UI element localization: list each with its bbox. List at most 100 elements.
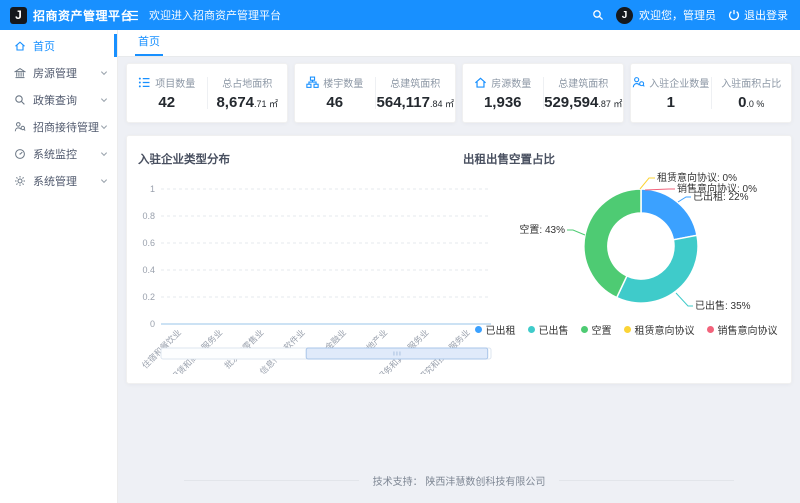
stat-secondary: 总建筑面积 564,117.84 ㎡ xyxy=(376,75,456,111)
legend-dot xyxy=(581,326,588,333)
charts-panel: 入驻企业类型分布 出租出售空置占比 00.20.40.60.81住宿和餐饮业租赁… xyxy=(126,135,792,384)
welcome-text: 欢迎进入招商资产管理平台 xyxy=(149,7,281,23)
legend-item-3[interactable]: 租赁意向协议 xyxy=(624,322,695,337)
chevron-down-icon xyxy=(100,150,108,158)
stat-card-0: 项目数量 42 总占地面积8,674.71 ㎡ xyxy=(126,63,288,123)
user-avatar[interactable]: J xyxy=(616,7,633,24)
svg-text:租赁意向协议: 0%: 租赁意向协议: 0% xyxy=(657,171,737,184)
stat-card-2: 房源数量1,936总建筑面积529,594.87 ㎡ xyxy=(462,63,624,123)
enterprise-icon xyxy=(632,76,645,89)
legend-dot xyxy=(624,326,631,333)
stat-label: 入驻企业数量 xyxy=(649,75,709,90)
stat-label: 总建筑面积 xyxy=(558,75,608,90)
legend-item-0[interactable]: 已出租 xyxy=(475,322,516,337)
enterprise-type-bar-chart[interactable]: 00.20.40.60.81住宿和餐饮业租赁和商务服务业批发和零售业信息传输软件… xyxy=(130,144,498,374)
chevron-down-icon xyxy=(100,96,108,104)
legend-item-4[interactable]: 销售意向协议 xyxy=(707,322,778,337)
sidebar-item-5[interactable]: 系统管理 xyxy=(0,167,117,194)
sidebar-item-3[interactable]: 招商接待管理 xyxy=(0,113,117,140)
main-area: 首页 项目数量 42 总占地面积8,674.71 ㎡ 楼宇数量 46 总建筑面积 564,1… xyxy=(118,30,800,503)
list-icon xyxy=(138,76,151,89)
stat-value: 1,936 xyxy=(484,94,522,111)
top-header: J 招商资产管理平台 欢迎进入招商资产管理平台 J 欢迎您，管理员 退出登录 xyxy=(0,0,800,30)
sidebar-item-label: 房源管理 xyxy=(33,65,77,81)
legend-label: 租赁意向协议 xyxy=(635,322,695,337)
stat-primary: 入驻企业数量 1 xyxy=(631,75,711,111)
stat-value: 564,117.84 ㎡ xyxy=(377,94,454,111)
stat-label: 楼宇数量 xyxy=(323,75,363,90)
stat-value: 0.0 % xyxy=(738,94,764,111)
collapse-menu-icon[interactable] xyxy=(126,9,139,22)
house-icon xyxy=(474,76,487,89)
svg-text:1: 1 xyxy=(150,184,155,194)
svg-text:0.8: 0.8 xyxy=(142,211,155,221)
legend-dot xyxy=(475,326,482,333)
legend-label: 已出售 xyxy=(539,322,569,337)
sidebar-item-label: 首页 xyxy=(33,38,55,54)
svg-text:0.2: 0.2 xyxy=(142,292,155,302)
svg-text:销售意向协议: 0%: 销售意向协议: 0% xyxy=(677,182,757,195)
svg-text:空置: 43%: 空置: 43% xyxy=(519,223,565,236)
legend-item-2[interactable]: 空置 xyxy=(581,322,612,337)
app-title: 招商资产管理平台 xyxy=(33,7,133,24)
gear-icon xyxy=(14,175,26,187)
stat-card-3: 入驻企业数量 1 入驻面积占比0.0 % xyxy=(630,63,792,123)
stat-cards-row: 项目数量 42 总占地面积8,674.71 ㎡ 楼宇数量 46 总建筑面积 564,117.… xyxy=(126,63,792,123)
svg-text:0.6: 0.6 xyxy=(142,238,155,248)
legend-item-1[interactable]: 已出售 xyxy=(528,322,569,337)
sidebar-item-4[interactable]: 系统监控 xyxy=(0,140,117,167)
sidebar-item-0[interactable]: 首页 xyxy=(0,32,117,59)
tab-home[interactable]: 首页 xyxy=(135,33,163,56)
sidebar-item-label: 招商接待管理 xyxy=(33,119,99,135)
user-greeting: 欢迎您，管理员 xyxy=(639,7,716,23)
header-search-icon[interactable] xyxy=(592,9,604,21)
stat-label: 房源数量 xyxy=(491,75,531,90)
stat-primary: 楼宇数量 46 xyxy=(295,75,375,111)
stat-secondary: 入驻面积占比0.0 % xyxy=(712,75,792,111)
legend-label: 空置 xyxy=(592,322,612,337)
sidebar-item-1[interactable]: 房源管理 xyxy=(0,59,117,86)
monitor-icon xyxy=(14,148,26,160)
power-icon xyxy=(728,9,740,21)
stat-secondary: 总占地面积8,674.71 ㎡ xyxy=(208,75,288,111)
home-icon xyxy=(14,40,26,52)
sidebar-item-label: 系统管理 xyxy=(33,173,77,189)
stat-primary: 项目数量 42 xyxy=(127,75,207,111)
legend-label: 销售意向协议 xyxy=(718,322,778,337)
user-menu[interactable]: J 欢迎您，管理员 xyxy=(616,7,716,24)
legend-dot xyxy=(528,326,535,333)
stat-value: 46 xyxy=(326,94,343,111)
search-icon xyxy=(14,94,26,106)
pie-legend: 已出租 已出售 空置 租赁意向协议 销售意向协议 xyxy=(461,322,791,337)
stat-card-1: 楼宇数量 46 总建筑面积 564,117.84 ㎡ xyxy=(294,63,456,123)
occupancy-donut-chart[interactable]: 已出租: 22%已出售: 35%空置: 43%租赁意向协议: 0%销售意向协议:… xyxy=(461,146,791,331)
svg-text:0: 0 xyxy=(150,319,155,329)
tab-bar: 首页 xyxy=(118,30,800,57)
sitemap-icon xyxy=(306,76,319,89)
sidebar-item-label: 政策查询 xyxy=(33,92,77,108)
footer-divider-right xyxy=(559,480,734,481)
chevron-down-icon xyxy=(100,177,108,185)
app-logo: J 招商资产管理平台 xyxy=(0,7,118,24)
stat-label: 总占地面积 xyxy=(222,75,272,90)
stat-label: 总建筑面积 xyxy=(390,75,440,90)
chevron-down-icon xyxy=(100,69,108,77)
footer-divider-left xyxy=(184,480,359,481)
legend-dot xyxy=(707,326,714,333)
stat-label: 项目数量 xyxy=(155,75,195,90)
legend-label: 已出租 xyxy=(486,322,516,337)
logout-button[interactable]: 退出登录 xyxy=(728,7,788,23)
svg-text:已出售: 35%: 已出售: 35% xyxy=(695,299,751,312)
stat-value: 42 xyxy=(158,94,175,111)
footer-support-text: 技术支持： 陕西沣慧数创科技有限公司 xyxy=(373,473,546,488)
reception-icon xyxy=(14,121,26,133)
stat-value: 1 xyxy=(667,94,675,111)
footer: 技术支持： 陕西沣慧数创科技有限公司 xyxy=(126,473,792,488)
stat-primary: 房源数量 1,936 xyxy=(463,75,543,111)
sidebar-menu: 首页房源管理政策查询招商接待管理系统监控系统管理 xyxy=(0,30,118,503)
building-icon xyxy=(14,67,26,79)
sidebar-item-label: 系统监控 xyxy=(33,146,77,162)
sidebar-item-2[interactable]: 政策查询 xyxy=(0,86,117,113)
logo-badge: J xyxy=(10,7,27,24)
svg-text:0.4: 0.4 xyxy=(142,265,155,275)
